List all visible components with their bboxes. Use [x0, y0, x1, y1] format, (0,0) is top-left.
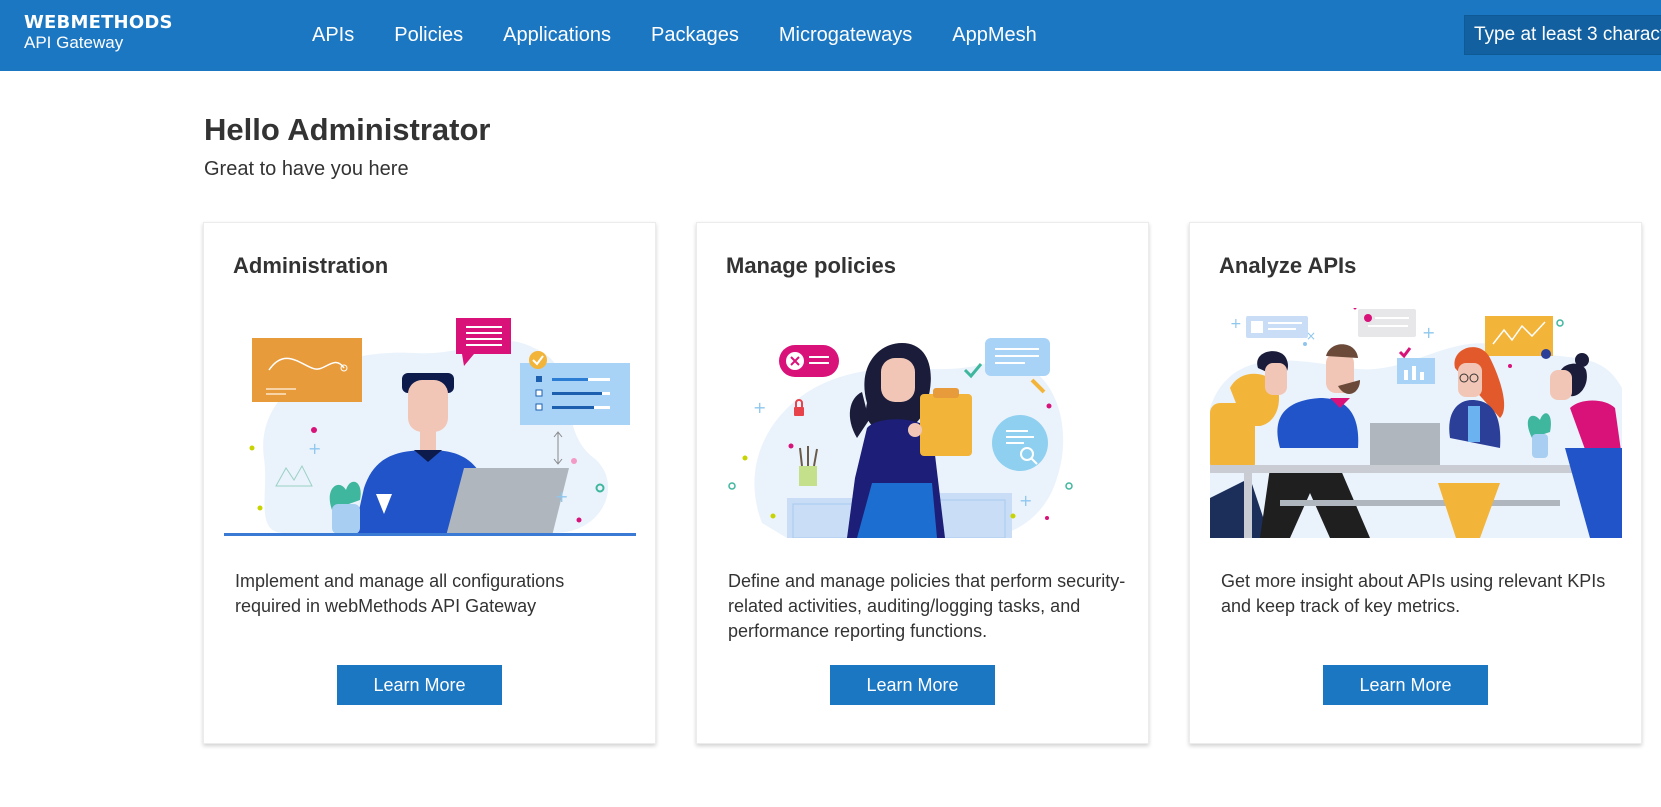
- global-search: [1464, 15, 1661, 55]
- svg-text:+: +: [308, 439, 321, 458]
- team-analyzing-metrics-illustration: + + ×: [1210, 308, 1622, 538]
- main-nav: APIs Policies Applications Packages Micr…: [312, 0, 1037, 71]
- card-description: Get more insight about APIs using releva…: [1221, 571, 1606, 616]
- card-description: Implement and manage all configurations …: [235, 571, 565, 616]
- nav-item-packages[interactable]: Packages: [651, 24, 739, 47]
- top-navigation-bar: WEBMETHODS API Gateway APIs Policies App…: [0, 0, 1661, 71]
- brand-logo[interactable]: WEBMETHODS API Gateway: [24, 12, 173, 52]
- card-description: Define and manage policies that perform …: [728, 571, 1126, 641]
- svg-text:×: ×: [1306, 329, 1316, 343]
- svg-text:+: +: [1422, 323, 1435, 342]
- svg-text:+: +: [1230, 316, 1242, 332]
- svg-text:+: +: [753, 398, 766, 417]
- card-manage-policies: Manage policies + + Define and manage po…: [696, 222, 1149, 744]
- card-analyze-apis: Analyze APIs + + × Get more insight abou…: [1189, 222, 1642, 744]
- nav-item-appmesh[interactable]: AppMesh: [952, 24, 1037, 47]
- nav-item-microgateways[interactable]: Microgateways: [779, 24, 912, 47]
- page-title: Hello Administrator: [204, 112, 491, 147]
- brand-product: API Gateway: [24, 33, 124, 52]
- nav-item-applications[interactable]: Applications: [503, 24, 611, 47]
- svg-text:+: +: [1019, 491, 1032, 510]
- learn-more-button[interactable]: Learn More: [337, 665, 502, 705]
- search-input[interactable]: [1465, 16, 1661, 54]
- card-title: Analyze APIs: [1219, 253, 1357, 278]
- administrator-at-laptop-illustration: + +: [224, 318, 636, 536]
- svg-text:+: +: [555, 487, 568, 506]
- woman-with-clipboard-illustration: + +: [728, 338, 1073, 538]
- learn-more-button[interactable]: Learn More: [1323, 665, 1488, 705]
- brand-name: WEBMETHODS: [24, 12, 173, 33]
- nav-item-apis[interactable]: APIs: [312, 24, 354, 47]
- learn-more-button[interactable]: Learn More: [830, 665, 995, 705]
- card-title: Manage policies: [726, 253, 896, 278]
- page-subtitle: Great to have you here: [204, 158, 409, 180]
- card-administration: Administration + + Implement and manage …: [203, 222, 656, 744]
- card-title: Administration: [233, 253, 389, 278]
- greeting: Hello Administrator Great to have you he…: [204, 112, 491, 181]
- nav-item-policies[interactable]: Policies: [394, 24, 463, 47]
